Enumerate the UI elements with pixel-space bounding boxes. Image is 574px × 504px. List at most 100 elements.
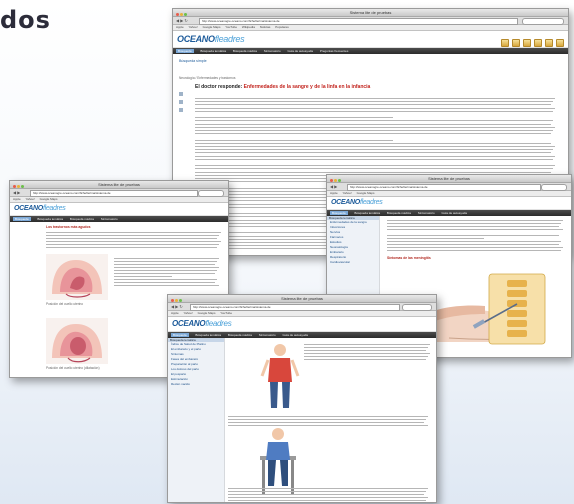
text-line	[195, 158, 553, 160]
index-icon[interactable]	[512, 39, 520, 47]
bookmark-item[interactable]: Apple	[13, 197, 21, 201]
help-icon[interactable]	[523, 39, 531, 47]
bookmark-item[interactable]: Apple	[171, 311, 179, 315]
bookmark-item[interactable]: Wikipedia	[242, 25, 255, 29]
address-bar: ◀ ▶ http://www.oceanogre.oceano.com/fich…	[10, 189, 228, 197]
window-title: Sistema lite de pruebas	[349, 10, 392, 15]
text-line	[304, 359, 426, 360]
bookmark-item[interactable]: Yahoo!	[25, 197, 34, 201]
bookmark-item[interactable]: Noticias	[260, 25, 271, 29]
favorites-icon[interactable]	[545, 39, 553, 47]
sidebar-item[interactable]: Cardiovascular	[327, 260, 379, 265]
bookmark-item[interactable]: Populares	[275, 25, 289, 29]
window-title: Sistema lite de pruebas	[281, 296, 323, 301]
text-line	[114, 258, 219, 259]
text-line	[387, 241, 561, 242]
figure-illustration	[260, 344, 300, 408]
bookmark-item[interactable]: Yahoo!	[342, 191, 351, 195]
text-line	[304, 353, 430, 354]
menu-item[interactable]: Guía de autoayuda	[287, 49, 313, 53]
search-field[interactable]	[402, 304, 432, 311]
url-field[interactable]: http://www.oceanogre.oceano.com/fichefle…	[30, 190, 198, 197]
menu-item[interactable]: Búsqueda médica	[387, 211, 411, 215]
address-bar: ◀ ▶ http://www.oceanogre.oceano.com/fich…	[327, 183, 571, 191]
menu-item[interactable]: Sintomatorio	[264, 49, 281, 53]
bookmark-item[interactable]: Apple	[330, 191, 338, 195]
breadcrumb[interactable]: Neurología / Enfermedades y trastornos	[179, 76, 236, 80]
bookmark-item[interactable]: YouTube	[225, 25, 237, 29]
bookmark-item[interactable]: Google Maps	[40, 197, 58, 201]
bookmark-item[interactable]: Apple	[176, 25, 184, 29]
site-header: OCEANOfleadres	[173, 31, 568, 48]
text-line	[228, 500, 426, 501]
text-line	[195, 130, 553, 131]
bookmark-item[interactable]: Google Maps	[203, 25, 221, 29]
address-bar: ◀ ▶ ↻ http://www.oceanogre.oceano.com/fi…	[168, 303, 436, 311]
figure-illustration	[260, 428, 296, 494]
text-line	[228, 494, 424, 495]
window-titlebar: Sistema lite de pruebas	[327, 175, 571, 183]
menu-item[interactable]: Búsqueda temática	[354, 211, 380, 215]
menu-item[interactable]: Búsqueda	[176, 49, 194, 53]
bookmark-item[interactable]: Yahoo!	[188, 25, 197, 29]
screenshot-bottom: Sistema lite de pruebas ◀ ▶ ↻ http://www…	[167, 294, 437, 503]
menu-item[interactable]: Búsqueda temática	[200, 49, 226, 53]
share-icon[interactable]	[179, 108, 183, 112]
sidebar-item[interactable]: Recién nacido	[168, 382, 224, 387]
menu-item[interactable]: Búsqueda temática	[37, 217, 63, 221]
text-line	[304, 356, 428, 357]
url-field[interactable]: http://www.oceanogre.oceano.com/fichefle…	[199, 18, 518, 25]
site-logo[interactable]: OCEANOfleadres	[172, 319, 232, 328]
exit-icon[interactable]	[556, 39, 564, 47]
print-icon[interactable]	[534, 39, 542, 47]
text-line	[387, 250, 561, 251]
menu-item[interactable]: Sintomatorio	[418, 211, 435, 215]
search-field[interactable]	[541, 184, 567, 191]
zoom-icon[interactable]	[179, 92, 183, 96]
figure-caption: Posición del cuello uterino (dilatación)	[46, 366, 100, 370]
text-line	[387, 247, 563, 248]
text-line	[387, 235, 559, 236]
site-logo[interactable]: OCEANOfleadres	[14, 205, 66, 212]
menu-item[interactable]: Búsqueda	[171, 333, 189, 337]
nav-arrows-icon[interactable]: ◀ ▶	[13, 190, 20, 195]
bookmark-item[interactable]: Google Maps	[357, 191, 375, 195]
nav-arrows-icon[interactable]: ◀ ▶ ↻	[171, 304, 183, 309]
site-logo[interactable]: OCEANOfleadres	[331, 199, 383, 206]
text-line	[195, 149, 553, 151]
text-line	[195, 120, 553, 122]
nav-arrows-icon[interactable]: ◀ ▶	[330, 184, 337, 189]
home-icon[interactable]	[501, 39, 509, 47]
bookmark-item[interactable]: YouTube	[220, 311, 232, 315]
side-tools	[179, 92, 184, 142]
text-line	[387, 244, 559, 245]
text-line	[46, 235, 219, 236]
menu-item[interactable]: Preguntas frecuentes	[320, 49, 349, 53]
print-icon[interactable]	[179, 100, 183, 104]
menu-item[interactable]: Sintomatorio	[259, 333, 276, 337]
menu-item[interactable]: Búsqueda médica	[228, 333, 252, 337]
menu-item[interactable]: Búsqueda temática	[195, 333, 221, 337]
text-line	[304, 344, 430, 345]
text-line	[114, 273, 215, 274]
text-line	[114, 276, 172, 277]
toolbar-icons	[498, 34, 564, 52]
site-header: OCEANOfleadres	[327, 197, 571, 210]
menu-item[interactable]: Sintomatorio	[101, 217, 118, 221]
menu-item[interactable]: Búsqueda	[13, 217, 31, 221]
url-field[interactable]: http://www.oceanogre.oceano.com/fichefle…	[190, 304, 400, 311]
url-field[interactable]: http://www.oceanogre.oceano.com/fichefle…	[347, 184, 541, 191]
menu-item[interactable]: Búsqueda	[330, 211, 348, 215]
text-line	[195, 139, 393, 141]
search-field[interactable]	[522, 18, 564, 25]
bookmark-item[interactable]: Yahoo!	[183, 311, 192, 315]
text-line	[195, 152, 551, 154]
bookmark-item[interactable]: Google Maps	[198, 311, 216, 315]
menu-item[interactable]: Búsqueda médica	[70, 217, 94, 221]
site-logo[interactable]: OCEANOfleadres	[177, 34, 245, 44]
nav-arrows-icon[interactable]: ◀ ▶ ↻	[176, 18, 188, 23]
menu-item[interactable]: Guía de autoayuda	[441, 211, 467, 215]
menu-item[interactable]: Búsqueda médica	[233, 49, 257, 53]
search-field[interactable]	[198, 190, 224, 197]
menu-item[interactable]: Guía de autoayuda	[282, 333, 308, 337]
